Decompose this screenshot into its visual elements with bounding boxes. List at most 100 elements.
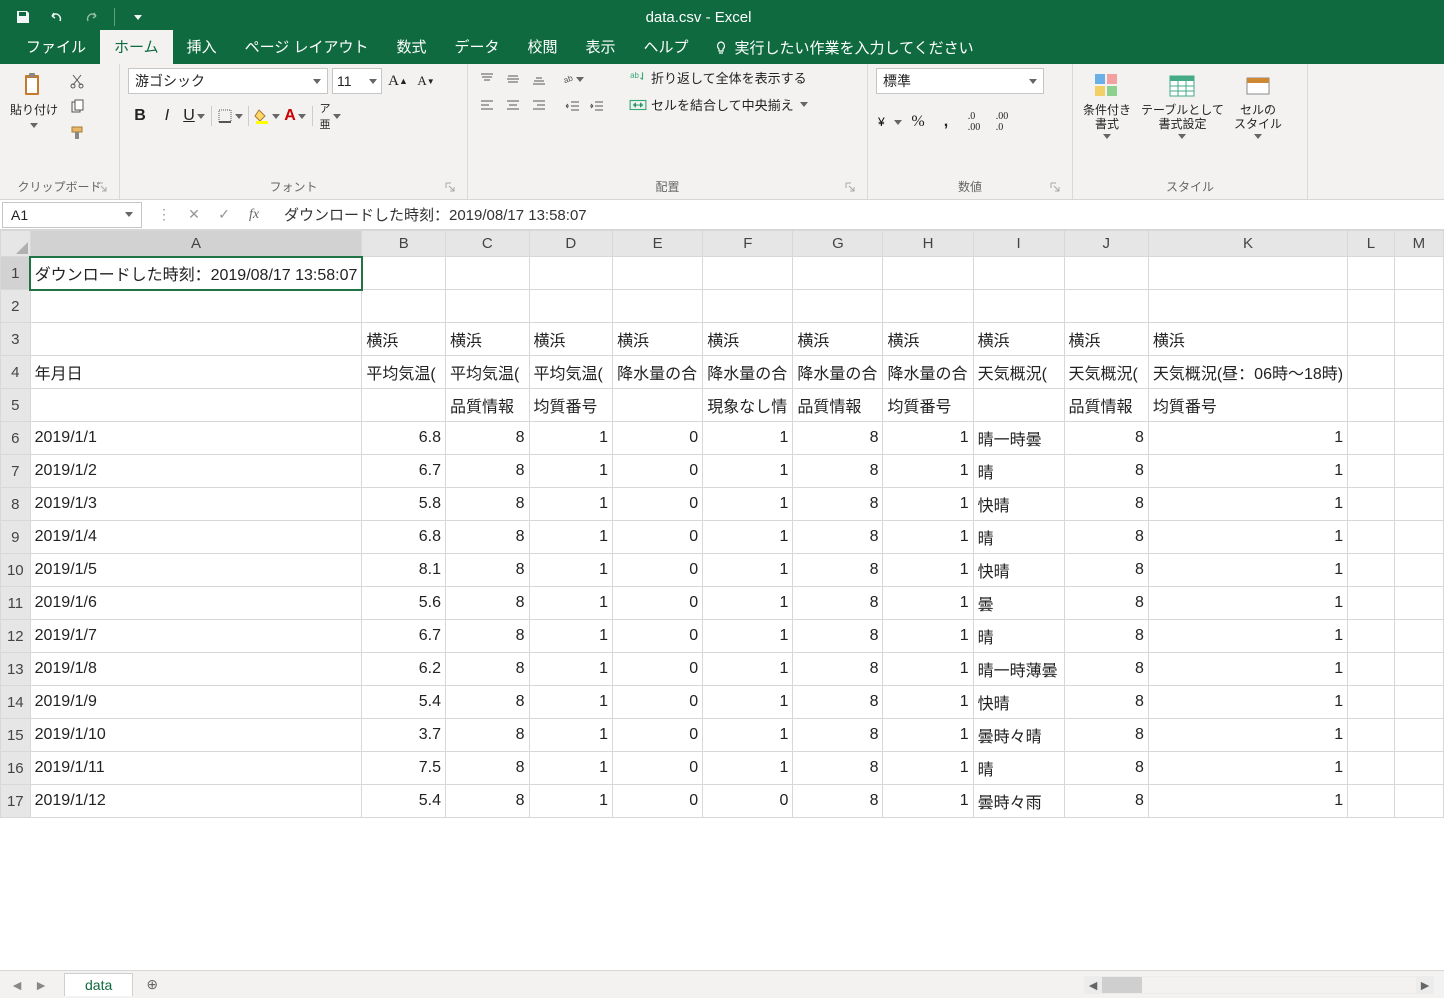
cell-E6[interactable]: 0 bbox=[613, 422, 703, 455]
new-sheet-icon[interactable]: ⊕ bbox=[141, 974, 163, 996]
cell-F6[interactable]: 1 bbox=[703, 422, 793, 455]
cell-C15[interactable]: 8 bbox=[445, 719, 529, 752]
clipboard-dialog-launcher-icon[interactable] bbox=[95, 181, 109, 195]
cell-B1[interactable] bbox=[362, 257, 446, 290]
col-header-D[interactable]: D bbox=[529, 231, 613, 257]
cell-K5[interactable]: 均質番号 bbox=[1148, 389, 1347, 422]
tab-view[interactable]: 表示 bbox=[572, 30, 630, 64]
cell-M7[interactable] bbox=[1394, 455, 1443, 488]
cell-E5[interactable] bbox=[613, 389, 703, 422]
save-icon[interactable] bbox=[8, 4, 38, 30]
cell-I1[interactable] bbox=[973, 257, 1064, 290]
cell-L12[interactable] bbox=[1348, 620, 1395, 653]
cell-B12[interactable]: 6.7 bbox=[362, 620, 446, 653]
cell-J6[interactable]: 8 bbox=[1064, 422, 1148, 455]
cell-G5[interactable]: 品質情報 bbox=[793, 389, 883, 422]
scroll-right-icon[interactable]: ► bbox=[1416, 976, 1434, 994]
tell-me[interactable]: 実行したい作業を入力してください bbox=[703, 31, 984, 64]
merge-center-button[interactable]: セルを結合して中央揃え bbox=[629, 95, 808, 114]
copy-icon[interactable] bbox=[66, 96, 88, 118]
cell-E16[interactable]: 0 bbox=[613, 752, 703, 785]
cell-K15[interactable]: 1 bbox=[1148, 719, 1347, 752]
cell-E9[interactable]: 0 bbox=[613, 521, 703, 554]
cell-J11[interactable]: 8 bbox=[1064, 587, 1148, 620]
cell-M4[interactable] bbox=[1394, 356, 1443, 389]
cell-G9[interactable]: 8 bbox=[793, 521, 883, 554]
cell-D4[interactable]: 平均気温( bbox=[529, 356, 613, 389]
align-center-icon[interactable] bbox=[502, 94, 524, 116]
cell-E15[interactable]: 0 bbox=[613, 719, 703, 752]
row-header-4[interactable]: 4 bbox=[1, 356, 31, 389]
cell-C16[interactable]: 8 bbox=[445, 752, 529, 785]
cell-H14[interactable]: 1 bbox=[883, 686, 973, 719]
increase-font-icon[interactable]: A▲ bbox=[386, 69, 410, 93]
cell-M15[interactable] bbox=[1394, 719, 1443, 752]
cell-G7[interactable]: 8 bbox=[793, 455, 883, 488]
cell-H3[interactable]: 横浜 bbox=[883, 323, 973, 356]
cell-D8[interactable]: 1 bbox=[529, 488, 613, 521]
font-color-button[interactable]: A bbox=[283, 104, 307, 128]
tab-help[interactable]: ヘルプ bbox=[630, 30, 703, 64]
cell-B4[interactable]: 平均気温( bbox=[362, 356, 446, 389]
bold-button[interactable]: B bbox=[128, 104, 152, 128]
cell-C10[interactable]: 8 bbox=[445, 554, 529, 587]
cell-I12[interactable]: 晴 bbox=[973, 620, 1064, 653]
cell-A9[interactable]: 2019/1/4 bbox=[30, 521, 362, 554]
cell-C4[interactable]: 平均気温( bbox=[445, 356, 529, 389]
cell-J10[interactable]: 8 bbox=[1064, 554, 1148, 587]
cell-L8[interactable] bbox=[1348, 488, 1395, 521]
cell-J1[interactable] bbox=[1064, 257, 1148, 290]
scroll-left-icon[interactable]: ◄ bbox=[1084, 976, 1102, 994]
sheet-nav-prev-icon[interactable]: ◄ bbox=[6, 974, 28, 996]
cell-A4[interactable]: 年月日 bbox=[30, 356, 362, 389]
cell-B5[interactable] bbox=[362, 389, 446, 422]
cell-B11[interactable]: 5.6 bbox=[362, 587, 446, 620]
cell-C14[interactable]: 8 bbox=[445, 686, 529, 719]
cell-I17[interactable]: 曇時々雨 bbox=[973, 785, 1064, 818]
cell-E7[interactable]: 0 bbox=[613, 455, 703, 488]
tab-formulas[interactable]: 数式 bbox=[382, 30, 440, 64]
number-format-select[interactable]: 標準 bbox=[876, 68, 1044, 94]
cell-F3[interactable]: 横浜 bbox=[703, 323, 793, 356]
increase-indent-icon[interactable] bbox=[586, 96, 608, 118]
cell-H7[interactable]: 1 bbox=[883, 455, 973, 488]
cell-F8[interactable]: 1 bbox=[703, 488, 793, 521]
cell-A6[interactable]: 2019/1/1 bbox=[30, 422, 362, 455]
cell-J9[interactable]: 8 bbox=[1064, 521, 1148, 554]
sheet-nav-next-icon[interactable]: ► bbox=[30, 974, 52, 996]
cell-I4[interactable]: 天気概況( bbox=[973, 356, 1064, 389]
cell-C8[interactable]: 8 bbox=[445, 488, 529, 521]
cell-H1[interactable] bbox=[883, 257, 973, 290]
cell-G14[interactable]: 8 bbox=[793, 686, 883, 719]
cell-A14[interactable]: 2019/1/9 bbox=[30, 686, 362, 719]
cell-C13[interactable]: 8 bbox=[445, 653, 529, 686]
cell-D16[interactable]: 1 bbox=[529, 752, 613, 785]
cell-L10[interactable] bbox=[1348, 554, 1395, 587]
cell-A12[interactable]: 2019/1/7 bbox=[30, 620, 362, 653]
cell-I8[interactable]: 快晴 bbox=[973, 488, 1064, 521]
row-header-16[interactable]: 16 bbox=[1, 752, 31, 785]
cell-F16[interactable]: 1 bbox=[703, 752, 793, 785]
cell-G1[interactable] bbox=[793, 257, 883, 290]
increase-decimal-icon[interactable]: .0.00 bbox=[962, 110, 986, 134]
cell-J3[interactable]: 横浜 bbox=[1064, 323, 1148, 356]
decrease-decimal-icon[interactable]: .00.0 bbox=[990, 110, 1014, 134]
cell-M1[interactable] bbox=[1394, 257, 1443, 290]
border-button[interactable] bbox=[217, 104, 243, 128]
cell-M5[interactable] bbox=[1394, 389, 1443, 422]
cell-D15[interactable]: 1 bbox=[529, 719, 613, 752]
cell-E4[interactable]: 降水量の合 bbox=[613, 356, 703, 389]
tab-insert[interactable]: 挿入 bbox=[173, 30, 231, 64]
cell-F7[interactable]: 1 bbox=[703, 455, 793, 488]
redo-icon[interactable] bbox=[76, 4, 106, 30]
cell-B8[interactable]: 5.8 bbox=[362, 488, 446, 521]
cell-M10[interactable] bbox=[1394, 554, 1443, 587]
col-header-F[interactable]: F bbox=[703, 231, 793, 257]
cell-C1[interactable] bbox=[445, 257, 529, 290]
comma-format-icon[interactable]: , bbox=[934, 110, 958, 134]
cell-H2[interactable] bbox=[883, 290, 973, 323]
col-header-H[interactable]: H bbox=[883, 231, 973, 257]
horizontal-scrollbar[interactable]: ◄ ► bbox=[1084, 976, 1434, 994]
cell-M16[interactable] bbox=[1394, 752, 1443, 785]
cell-D3[interactable]: 横浜 bbox=[529, 323, 613, 356]
